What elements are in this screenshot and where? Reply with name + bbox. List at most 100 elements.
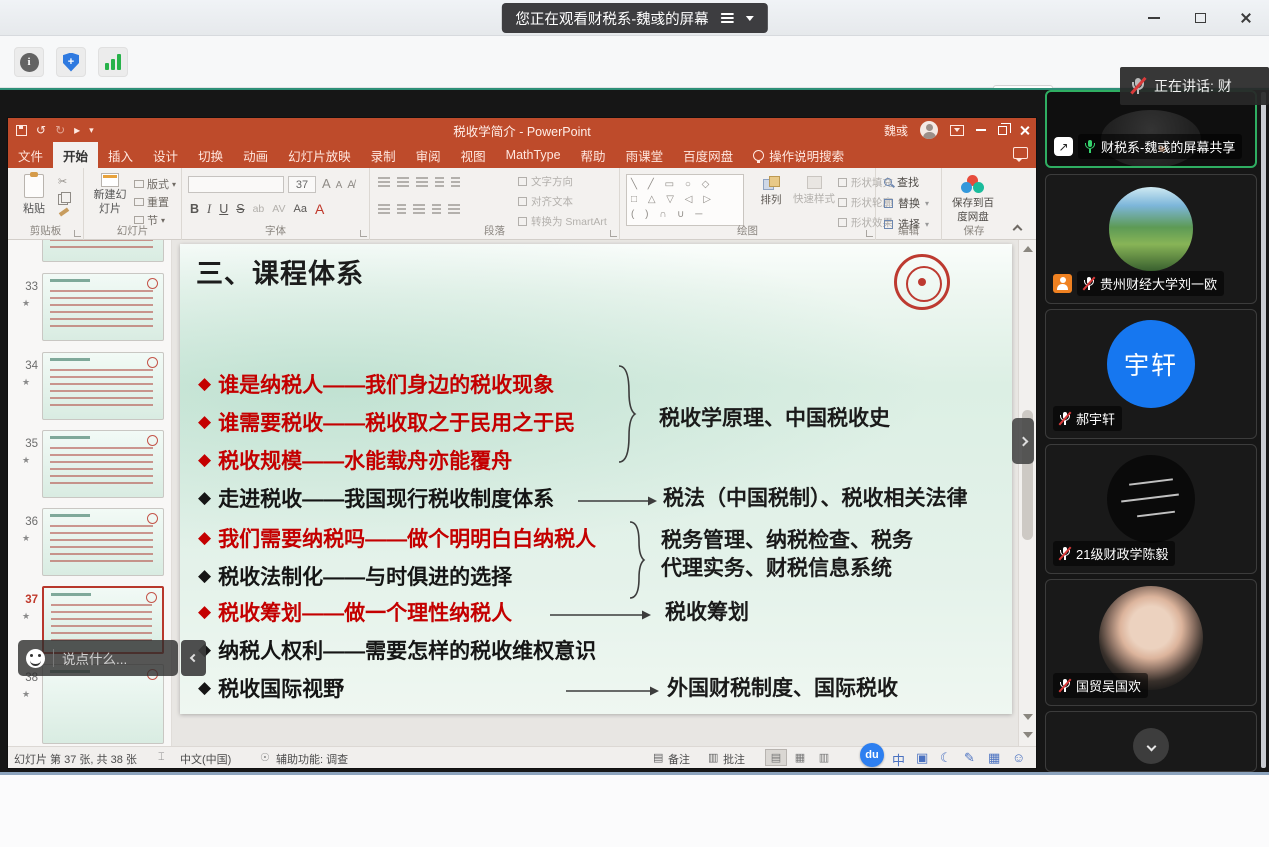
- qat-customize-caret-icon[interactable]: ▾: [89, 125, 94, 135]
- bold-button[interactable]: B: [190, 202, 199, 216]
- scroll-up-icon[interactable]: [1023, 246, 1033, 252]
- hamburger-menu-icon[interactable]: [720, 13, 734, 23]
- ppt-restore-button[interactable]: [998, 122, 1011, 135]
- tab-transitions[interactable]: 切换: [188, 142, 233, 168]
- chat-collapse-button[interactable]: [181, 640, 206, 676]
- tab-mathtype[interactable]: MathType: [496, 142, 571, 168]
- slide-canvas[interactable]: 三、课程体系 ◆ 谁是纳税人——我们身边的税收现象 ◆ 谁需要税收——税收取之于民用…: [180, 244, 1012, 714]
- security-shield-button[interactable]: +: [56, 47, 86, 77]
- normal-view-button[interactable]: ▤: [765, 749, 787, 766]
- ime-handwriting-icon[interactable]: ✎: [964, 750, 975, 766]
- maximize-button[interactable]: [1189, 7, 1211, 29]
- previous-slide-icon[interactable]: [1023, 714, 1033, 720]
- thumbnail-slide-36[interactable]: [42, 508, 164, 576]
- tab-help[interactable]: 帮助: [571, 142, 616, 168]
- baidu-ime-badge[interactable]: du: [860, 743, 884, 767]
- save-icon[interactable]: [16, 124, 27, 136]
- tab-slideshow[interactable]: 幻灯片放映: [278, 142, 361, 168]
- list-indent-icons[interactable]: [378, 177, 467, 179]
- comments-icon[interactable]: [1013, 147, 1028, 162]
- shadow-button[interactable]: ab: [253, 203, 265, 215]
- ime-chinese-mode-icon[interactable]: 中: [892, 750, 905, 769]
- network-quality-button[interactable]: [98, 47, 128, 77]
- tab-animations[interactable]: 动画: [233, 142, 278, 168]
- thumbnail-slide-33[interactable]: [42, 273, 164, 341]
- find-button[interactable]: 查找: [884, 174, 929, 190]
- strikethrough-button[interactable]: S: [236, 202, 244, 216]
- collapse-ribbon-button[interactable]: [1012, 224, 1024, 235]
- tab-tellme[interactable]: 操作说明搜索: [743, 142, 854, 168]
- ime-halfwidth-icon[interactable]: ▣: [916, 750, 928, 766]
- text-direction-button[interactable]: 文字方向: [518, 174, 607, 189]
- format-painter-icon[interactable]: [58, 207, 70, 219]
- language-status[interactable]: 中文(中国): [180, 751, 231, 767]
- font-size-input[interactable]: 37: [288, 176, 316, 193]
- tab-insert[interactable]: 插入: [98, 142, 143, 168]
- chat-quick-input[interactable]: 说点什么...: [18, 640, 178, 676]
- meeting-info-button[interactable]: i: [14, 47, 44, 77]
- save-to-baidu-button[interactable]: 保存到百度网盘: [948, 175, 998, 224]
- cut-icon[interactable]: [58, 175, 70, 189]
- thumbnail-slide-34[interactable]: [42, 352, 164, 420]
- paragraph-dialog-launcher[interactable]: [610, 230, 617, 237]
- slide-sorter-view-button[interactable]: ▦: [789, 749, 811, 766]
- ime-skin-grid-icon[interactable]: ▦: [988, 750, 1000, 766]
- new-slide-button[interactable]: 新建幻灯片: [90, 173, 130, 217]
- reading-view-button[interactable]: ▥: [813, 749, 835, 766]
- undo-icon[interactable]: ↺: [36, 124, 46, 136]
- replace-button[interactable]: 替换 ▾: [884, 195, 929, 211]
- align-text-button[interactable]: 对齐文本: [518, 194, 607, 209]
- minimize-button[interactable]: [1143, 7, 1165, 29]
- comments-button[interactable]: 批注: [723, 751, 745, 767]
- tab-yuketang[interactable]: 雨课堂: [616, 142, 674, 168]
- tab-home[interactable]: 开始: [53, 142, 99, 168]
- paste-button[interactable]: 粘贴: [16, 172, 52, 216]
- tab-review[interactable]: 审阅: [406, 142, 451, 168]
- emoji-smiley-icon[interactable]: [26, 648, 45, 668]
- italic-button[interactable]: I: [207, 202, 211, 217]
- close-button[interactable]: [1235, 7, 1257, 29]
- slide-scrollbar[interactable]: [1018, 240, 1036, 746]
- tab-file[interactable]: 文件: [8, 142, 53, 168]
- video-tile-participant[interactable]: 21级财政学陈毅: [1045, 444, 1257, 574]
- thumbnail-slide-35[interactable]: [42, 430, 164, 498]
- thumbnail-slide-32-partial[interactable]: [42, 240, 164, 262]
- tab-record[interactable]: 录制: [361, 142, 406, 168]
- shapes-gallery[interactable]: ╲ ╱ ▭ ○ ◇ □ △ ▽ ◁ ▷ ( ) ∩ ∪ ─: [626, 174, 744, 226]
- copy-icon[interactable]: [58, 192, 71, 205]
- thumbnail-slide-38[interactable]: [42, 664, 164, 744]
- sidebar-scrollbar[interactable]: [1261, 92, 1266, 768]
- chevron-down-icon[interactable]: [745, 15, 754, 21]
- sidebar-collapse-toggle[interactable]: [1012, 418, 1034, 464]
- alignment-icons[interactable]: [378, 204, 467, 206]
- video-tile-participant[interactable]: 国贸吴国欢: [1045, 579, 1257, 706]
- tab-design[interactable]: 设计: [143, 142, 188, 168]
- tab-baidu-netdisk[interactable]: 百度网盘: [673, 142, 743, 168]
- tab-view[interactable]: 视图: [451, 142, 496, 168]
- scroll-participants-button[interactable]: [1133, 728, 1169, 764]
- quick-styles-button[interactable]: 快速样式: [792, 176, 836, 206]
- change-case-button[interactable]: Aa: [294, 203, 307, 215]
- arrange-button[interactable]: 排列: [752, 176, 790, 207]
- clipboard-dialog-launcher[interactable]: [74, 230, 81, 237]
- ppt-minimize-button[interactable]: [976, 129, 986, 131]
- notes-button[interactable]: 备注: [668, 751, 690, 767]
- user-avatar[interactable]: [920, 121, 938, 139]
- video-tile-participant[interactable]: 贵州财经大学刘一欧: [1045, 174, 1257, 304]
- ime-emoji-icon[interactable]: ☺: [1012, 750, 1025, 765]
- reset-button[interactable]: 重置: [134, 194, 169, 210]
- video-tile-participant[interactable]: 宇轩 郝宇轩: [1045, 309, 1257, 439]
- ime-night-mode-icon[interactable]: ☾: [940, 750, 952, 766]
- char-spacing-button[interactable]: AV: [272, 203, 285, 215]
- underline-button[interactable]: U: [219, 202, 228, 216]
- layout-button[interactable]: 版式 ▾: [134, 176, 176, 192]
- font-size-buttons[interactable]: A A A̸: [322, 176, 355, 191]
- ribbon-display-options-icon[interactable]: [950, 124, 964, 136]
- drawing-dialog-launcher[interactable]: [866, 230, 873, 237]
- slideshow-icon[interactable]: ▸: [74, 124, 80, 136]
- ppt-close-button[interactable]: [1019, 125, 1030, 136]
- font-color-button[interactable]: A: [315, 201, 324, 217]
- font-dialog-launcher[interactable]: [360, 230, 367, 237]
- next-slide-icon[interactable]: [1023, 732, 1033, 738]
- font-name-input[interactable]: [188, 176, 284, 193]
